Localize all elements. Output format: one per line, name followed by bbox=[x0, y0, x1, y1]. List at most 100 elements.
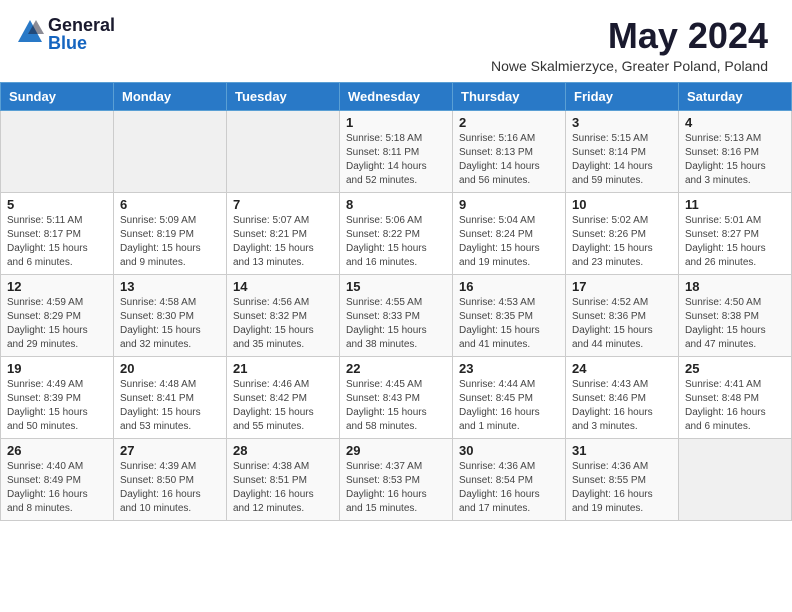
day-info: Sunrise: 4:49 AM Sunset: 8:39 PM Dayligh… bbox=[7, 378, 107, 434]
day-number: 17 bbox=[572, 279, 672, 294]
calendar-cell: 21 Sunrise: 4:46 AM Sunset: 8:42 PM Dayli… bbox=[227, 356, 340, 438]
calendar-cell: 8 Sunrise: 5:06 AM Sunset: 8:22 PM Daylig… bbox=[340, 192, 453, 274]
day-info: Sunrise: 4:36 AM Sunset: 8:54 PM Dayligh… bbox=[459, 460, 559, 516]
calendar-cell: 10Sunrise: 5:02 AM Sunset: 8:26 PM Dayli… bbox=[566, 192, 679, 274]
calendar-cell: 30Sunrise: 4:36 AM Sunset: 8:54 PM Dayli… bbox=[453, 438, 566, 520]
day-info: Sunrise: 4:37 AM Sunset: 8:53 PM Dayligh… bbox=[346, 460, 446, 516]
calendar-cell: 1 Sunrise: 5:18 AM Sunset: 8:11 PM Daylig… bbox=[340, 110, 453, 192]
day-info: Sunrise: 4:43 AM Sunset: 8:46 PM Dayligh… bbox=[572, 378, 672, 434]
day-number: 24 bbox=[572, 361, 672, 376]
day-number: 6 bbox=[120, 197, 220, 212]
calendar-cell: 13 Sunrise: 4:58 AM Sunset: 8:30 PM Dayli… bbox=[114, 274, 227, 356]
calendar-cell: 24 Sunrise: 4:43 AM Sunset: 8:46 PM Dayli… bbox=[566, 356, 679, 438]
logo-icon bbox=[16, 18, 44, 46]
calendar-week-1: 1 Sunrise: 5:18 AM Sunset: 8:11 PM Daylig… bbox=[1, 110, 792, 192]
day-number: 14 bbox=[233, 279, 333, 294]
day-number: 5 bbox=[7, 197, 107, 212]
day-number: 18 bbox=[685, 279, 785, 294]
day-info: Sunrise: 4:45 AM Sunset: 8:43 PM Dayligh… bbox=[346, 378, 446, 434]
day-info: Sunrise: 5:02 AM Sunset: 8:26 PM Dayligh… bbox=[572, 214, 672, 270]
calendar-header-row: SundayMondayTuesdayWednesdayThursdayFrid… bbox=[1, 82, 792, 110]
calendar-cell: 25Sunrise: 4:41 AM Sunset: 8:48 PM Dayli… bbox=[679, 356, 792, 438]
logo: General Blue bbox=[16, 16, 115, 52]
calendar-cell bbox=[1, 110, 114, 192]
day-info: Sunrise: 5:04 AM Sunset: 8:24 PM Dayligh… bbox=[459, 214, 559, 270]
day-number: 1 bbox=[346, 115, 446, 130]
day-info: Sunrise: 5:06 AM Sunset: 8:22 PM Dayligh… bbox=[346, 214, 446, 270]
day-info: Sunrise: 4:58 AM Sunset: 8:30 PM Dayligh… bbox=[120, 296, 220, 352]
calendar-cell bbox=[114, 110, 227, 192]
calendar-cell: 6 Sunrise: 5:09 AM Sunset: 8:19 PM Daylig… bbox=[114, 192, 227, 274]
logo-general-text: General bbox=[48, 16, 115, 34]
calendar-table: SundayMondayTuesdayWednesdayThursdayFrid… bbox=[0, 82, 792, 521]
day-number: 13 bbox=[120, 279, 220, 294]
day-number: 16 bbox=[459, 279, 559, 294]
day-number: 12 bbox=[7, 279, 107, 294]
day-info: Sunrise: 4:55 AM Sunset: 8:33 PM Dayligh… bbox=[346, 296, 446, 352]
column-header-thursday: Thursday bbox=[453, 82, 566, 110]
calendar-cell: 15Sunrise: 4:55 AM Sunset: 8:33 PM Dayli… bbox=[340, 274, 453, 356]
calendar-cell: 7 Sunrise: 5:07 AM Sunset: 8:21 PM Daylig… bbox=[227, 192, 340, 274]
day-info: Sunrise: 4:38 AM Sunset: 8:51 PM Dayligh… bbox=[233, 460, 333, 516]
calendar-cell: 3 Sunrise: 5:15 AM Sunset: 8:14 PM Daylig… bbox=[566, 110, 679, 192]
day-number: 29 bbox=[346, 443, 446, 458]
day-number: 9 bbox=[459, 197, 559, 212]
day-number: 19 bbox=[7, 361, 107, 376]
day-number: 8 bbox=[346, 197, 446, 212]
logo-blue-text: Blue bbox=[48, 34, 115, 52]
calendar-cell: 20 Sunrise: 4:48 AM Sunset: 8:41 PM Dayli… bbox=[114, 356, 227, 438]
calendar-cell: 17 Sunrise: 4:52 AM Sunset: 8:36 PM Dayli… bbox=[566, 274, 679, 356]
day-info: Sunrise: 4:48 AM Sunset: 8:41 PM Dayligh… bbox=[120, 378, 220, 434]
column-header-monday: Monday bbox=[114, 82, 227, 110]
column-header-tuesday: Tuesday bbox=[227, 82, 340, 110]
day-info: Sunrise: 4:46 AM Sunset: 8:42 PM Dayligh… bbox=[233, 378, 333, 434]
day-number: 23 bbox=[459, 361, 559, 376]
day-info: Sunrise: 5:16 AM Sunset: 8:13 PM Dayligh… bbox=[459, 132, 559, 188]
day-number: 22 bbox=[346, 361, 446, 376]
day-number: 3 bbox=[572, 115, 672, 130]
calendar-cell: 9 Sunrise: 5:04 AM Sunset: 8:24 PM Daylig… bbox=[453, 192, 566, 274]
day-info: Sunrise: 5:09 AM Sunset: 8:19 PM Dayligh… bbox=[120, 214, 220, 270]
page-header: General Blue May 2024 Nowe Skalmierzyce,… bbox=[0, 0, 792, 82]
day-info: Sunrise: 4:41 AM Sunset: 8:48 PM Dayligh… bbox=[685, 378, 785, 434]
day-info: Sunrise: 4:44 AM Sunset: 8:45 PM Dayligh… bbox=[459, 378, 559, 434]
day-number: 20 bbox=[120, 361, 220, 376]
calendar-cell: 26 Sunrise: 4:40 AM Sunset: 8:49 PM Dayli… bbox=[1, 438, 114, 520]
day-number: 28 bbox=[233, 443, 333, 458]
day-number: 4 bbox=[685, 115, 785, 130]
calendar-cell: 5Sunrise: 5:11 AM Sunset: 8:17 PM Daylig… bbox=[1, 192, 114, 274]
calendar-cell bbox=[679, 438, 792, 520]
day-number: 26 bbox=[7, 443, 107, 458]
calendar-cell: 18 Sunrise: 4:50 AM Sunset: 8:38 PM Dayli… bbox=[679, 274, 792, 356]
calendar-cell: 29 Sunrise: 4:37 AM Sunset: 8:53 PM Dayli… bbox=[340, 438, 453, 520]
calendar-week-5: 26 Sunrise: 4:40 AM Sunset: 8:49 PM Dayli… bbox=[1, 438, 792, 520]
calendar-cell: 11 Sunrise: 5:01 AM Sunset: 8:27 PM Dayli… bbox=[679, 192, 792, 274]
column-header-wednesday: Wednesday bbox=[340, 82, 453, 110]
day-number: 11 bbox=[685, 197, 785, 212]
day-info: Sunrise: 5:13 AM Sunset: 8:16 PM Dayligh… bbox=[685, 132, 785, 188]
calendar-week-3: 12 Sunrise: 4:59 AM Sunset: 8:29 PM Dayli… bbox=[1, 274, 792, 356]
day-info: Sunrise: 4:52 AM Sunset: 8:36 PM Dayligh… bbox=[572, 296, 672, 352]
calendar-week-2: 5Sunrise: 5:11 AM Sunset: 8:17 PM Daylig… bbox=[1, 192, 792, 274]
day-info: Sunrise: 4:53 AM Sunset: 8:35 PM Dayligh… bbox=[459, 296, 559, 352]
day-info: Sunrise: 5:07 AM Sunset: 8:21 PM Dayligh… bbox=[233, 214, 333, 270]
day-number: 31 bbox=[572, 443, 672, 458]
day-info: Sunrise: 4:40 AM Sunset: 8:49 PM Dayligh… bbox=[7, 460, 107, 516]
calendar-cell: 22 Sunrise: 4:45 AM Sunset: 8:43 PM Dayli… bbox=[340, 356, 453, 438]
calendar-cell: 14Sunrise: 4:56 AM Sunset: 8:32 PM Dayli… bbox=[227, 274, 340, 356]
day-info: Sunrise: 5:15 AM Sunset: 8:14 PM Dayligh… bbox=[572, 132, 672, 188]
day-info: Sunrise: 4:36 AM Sunset: 8:55 PM Dayligh… bbox=[572, 460, 672, 516]
calendar-cell: 12 Sunrise: 4:59 AM Sunset: 8:29 PM Dayli… bbox=[1, 274, 114, 356]
day-number: 21 bbox=[233, 361, 333, 376]
calendar-cell: 27Sunrise: 4:39 AM Sunset: 8:50 PM Dayli… bbox=[114, 438, 227, 520]
day-info: Sunrise: 4:50 AM Sunset: 8:38 PM Dayligh… bbox=[685, 296, 785, 352]
title-section: May 2024 Nowe Skalmierzyce, Greater Pola… bbox=[491, 16, 768, 74]
calendar-cell: 23 Sunrise: 4:44 AM Sunset: 8:45 PM Dayli… bbox=[453, 356, 566, 438]
day-info: Sunrise: 5:18 AM Sunset: 8:11 PM Dayligh… bbox=[346, 132, 446, 188]
day-info: Sunrise: 5:01 AM Sunset: 8:27 PM Dayligh… bbox=[685, 214, 785, 270]
calendar-cell: 28 Sunrise: 4:38 AM Sunset: 8:51 PM Dayli… bbox=[227, 438, 340, 520]
day-info: Sunrise: 4:59 AM Sunset: 8:29 PM Dayligh… bbox=[7, 296, 107, 352]
calendar-cell: 2Sunrise: 5:16 AM Sunset: 8:13 PM Daylig… bbox=[453, 110, 566, 192]
day-info: Sunrise: 4:39 AM Sunset: 8:50 PM Dayligh… bbox=[120, 460, 220, 516]
day-number: 7 bbox=[233, 197, 333, 212]
